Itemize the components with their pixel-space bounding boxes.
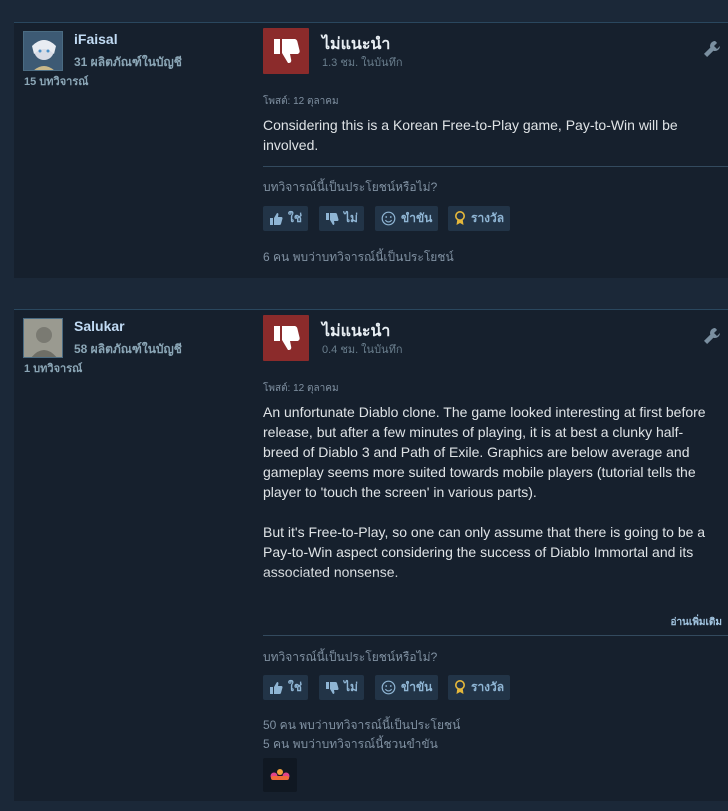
review-body: Considering this is a Korean Free-to-Pla… <box>263 117 678 153</box>
divider <box>263 635 728 636</box>
avatar[interactable] <box>23 31 63 71</box>
vote-funny-button[interactable]: ขำขัน <box>375 675 439 700</box>
vote-no-button[interactable]: ไม่ <box>319 675 364 700</box>
vote-yes-label: ใช่ <box>288 680 303 694</box>
reviewer-name[interactable]: Salukar <box>74 318 125 334</box>
found-helpful-count: 6 คน พบว่าบทวิจารณ์นี้เป็นประโยชน์ <box>263 250 454 264</box>
found-helpful-count: 50 คน พบว่าบทวิจารณ์นี้เป็นประโยชน์ <box>263 718 461 732</box>
helpful-question: บทวิจารณ์นี้เป็นประโยชน์หรือไม่? <box>263 180 438 194</box>
vote-funny-label: ขำขัน <box>401 680 433 694</box>
posted-date: โพสต์: 12 ตุลาคม <box>263 96 339 107</box>
vote-yes-button[interactable]: ใช่ <box>263 675 309 700</box>
wrench-icon[interactable] <box>702 39 722 64</box>
hours-played: 1.3 ชม. ในบันทึก <box>322 57 403 69</box>
thumbs-up-icon <box>269 212 283 226</box>
award-ribbon-icon <box>454 211 466 226</box>
vote-no-label: ไม่ <box>344 680 358 694</box>
found-funny-count: 5 คน พบว่าบทวิจารณ์นี้ชวนขำขัน <box>263 737 438 751</box>
products-owned[interactable]: 58 ผลิตภัณฑ์ในบัญชี <box>74 340 182 359</box>
divider <box>263 166 728 167</box>
helpful-question: บทวิจารณ์นี้เป็นประโยชน์หรือไม่? <box>263 650 438 664</box>
reviewer-name[interactable]: iFaisal <box>74 31 118 47</box>
review-card: iFaisal 31 ผลิตภัณฑ์ในบัญชี 15 บทวิจารณ์… <box>14 22 728 278</box>
thumbs-down-small-icon <box>325 212 339 226</box>
thumbs-up-icon <box>269 681 283 695</box>
products-owned[interactable]: 31 ผลิตภัณฑ์ในบัญชี <box>74 53 182 72</box>
vote-yes-label: ใช่ <box>288 211 303 225</box>
thumbs-down-small-icon <box>325 681 339 695</box>
read-more-link[interactable]: อ่านเพิ่มเติม <box>670 615 722 630</box>
smiley-icon <box>381 680 396 695</box>
review-paragraph: An unfortunate Diablo clone. The game lo… <box>263 404 706 500</box>
hours-played: 0.4 ชม. ในบันทึก <box>322 344 403 356</box>
wrench-icon[interactable] <box>702 326 722 351</box>
avatar[interactable] <box>23 318 63 358</box>
review-content: ไม่แนะนำ 0.4 ชม. ในบันทึก โพสต์: 12 ตุลา… <box>263 310 728 801</box>
vote-no-label: ไม่ <box>344 211 358 225</box>
award-button[interactable]: รางวัล <box>448 206 511 231</box>
vote-funny-label: ขำขัน <box>401 211 433 225</box>
posted-date: โพสต์: 12 ตุลาคม <box>263 383 339 394</box>
review-count[interactable]: 1 บทวิจารณ์ <box>24 359 82 377</box>
thumbs-down-icon[interactable] <box>263 315 309 361</box>
award-label: รางวัล <box>471 211 505 225</box>
award-button[interactable]: รางวัล <box>448 675 511 700</box>
avatar-image-icon <box>24 32 62 70</box>
review-count[interactable]: 15 บทวิจารณ์ <box>24 72 88 90</box>
avatar-image-icon <box>24 319 62 357</box>
smiley-icon <box>381 211 396 226</box>
award-label: รางวัล <box>471 680 505 694</box>
vote-yes-button[interactable]: ใช่ <box>263 206 309 231</box>
received-award-icon[interactable] <box>263 758 297 792</box>
review-content: ไม่แนะนำ 1.3 ชม. ในบันทึก โพสต์: 12 ตุลา… <box>263 23 728 278</box>
vote-no-button[interactable]: ไม่ <box>319 206 364 231</box>
review-card: Salukar 58 ผลิตภัณฑ์ในบัญชี 1 บทวิจารณ์ … <box>14 309 728 801</box>
review-body: An unfortunate Diablo clone. The game lo… <box>263 402 718 600</box>
vote-funny-button[interactable]: ขำขัน <box>375 206 439 231</box>
thumbs-down-icon[interactable] <box>263 28 309 74</box>
text-fade <box>263 572 718 602</box>
award-ribbon-icon <box>454 680 466 695</box>
